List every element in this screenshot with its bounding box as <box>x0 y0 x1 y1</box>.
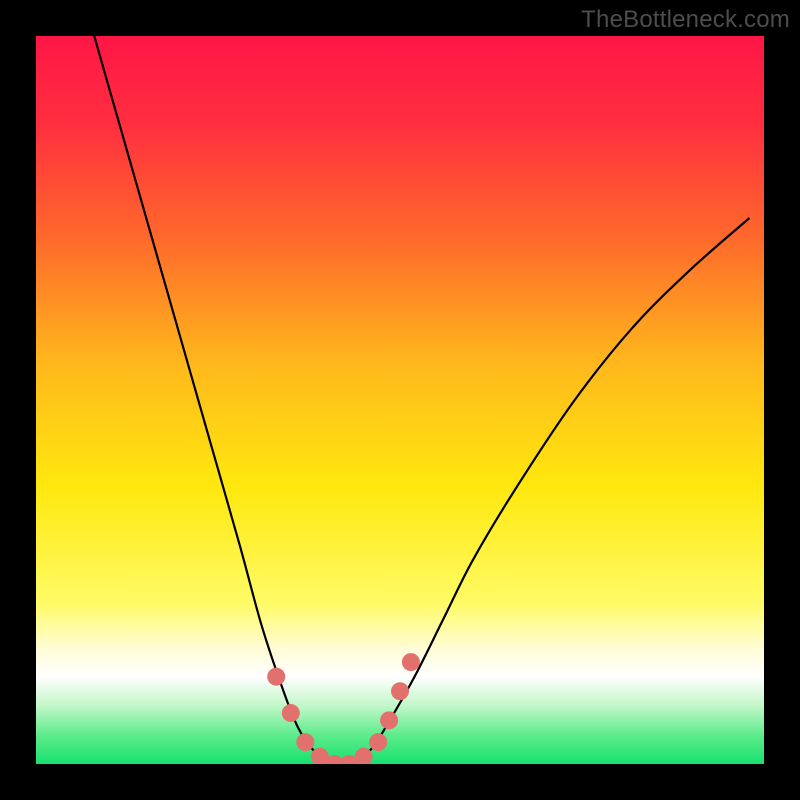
gradient-background <box>36 36 764 764</box>
chart-frame: TheBottleneck.com <box>0 0 800 800</box>
marker-point <box>267 668 285 686</box>
marker-point <box>282 704 300 722</box>
marker-point <box>391 682 409 700</box>
marker-point <box>380 711 398 729</box>
marker-point <box>369 733 387 751</box>
marker-point <box>402 653 420 671</box>
marker-point <box>296 733 314 751</box>
bottleneck-chart <box>36 36 764 764</box>
watermark-text: TheBottleneck.com <box>581 6 790 34</box>
